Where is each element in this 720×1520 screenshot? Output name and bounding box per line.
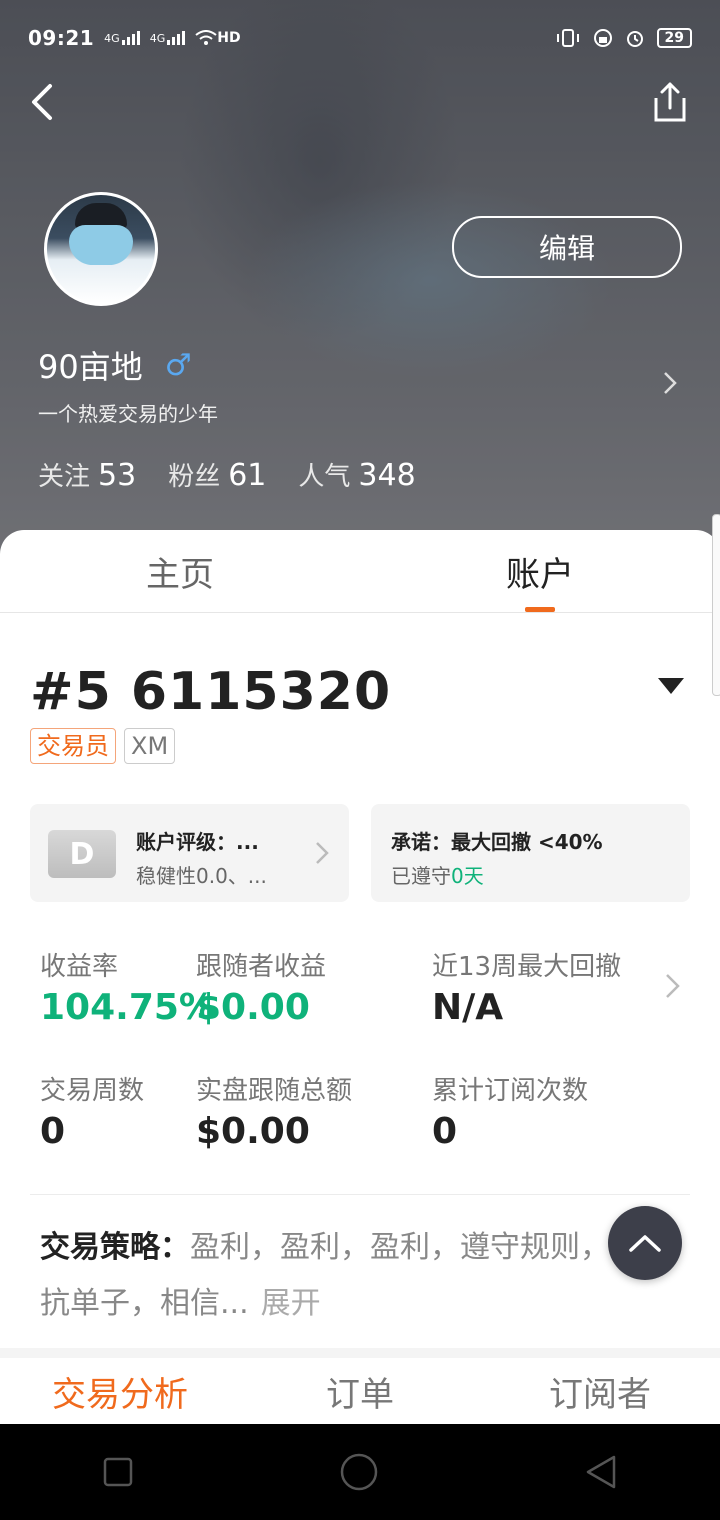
grade-badge: D: [48, 830, 116, 878]
commitment-title: 承诺：最大回撤 <40%: [391, 830, 603, 854]
scrollbar-thumb[interactable]: [712, 514, 720, 696]
profile-detail-chevron-right-icon[interactable]: [660, 368, 680, 398]
tab-home[interactable]: 主页: [0, 530, 360, 612]
rating-subtitle: 稳健性0.0、...: [136, 864, 267, 888]
subtab-orders[interactable]: 订单: [240, 1358, 480, 1424]
sub-tabs: 交易分析 订单 订阅者: [0, 1358, 720, 1424]
scroll-top-button[interactable]: [608, 1206, 682, 1280]
subtab-trade-analysis[interactable]: 交易分析: [0, 1358, 240, 1424]
status-time: 09:21: [28, 26, 95, 50]
broker-tag: XM: [124, 728, 176, 764]
nav-square-icon[interactable]: [102, 1456, 134, 1488]
account-info-boxes: D 账户评级：... 稳健性0.0、... 承诺：最大回撤 <40% 已遵守0天: [30, 804, 690, 902]
divider: [30, 1194, 690, 1195]
male-gender-icon: ♂: [164, 347, 192, 383]
rating-title: 账户评级：...: [136, 830, 259, 854]
stat-followers[interactable]: 粉丝 61: [168, 456, 266, 493]
battery-indicator: 29: [656, 28, 692, 48]
avatar[interactable]: [44, 192, 158, 306]
commitment-subtitle: 已遵守0天: [391, 864, 484, 888]
stat-following[interactable]: 关注 53: [38, 456, 136, 493]
account-card: 主页 账户 #5 6115320 交易员 XM D 账户评级：... 稳健性0.…: [0, 530, 720, 1424]
account-rating-box[interactable]: D 账户评级：... 稳健性0.0、...: [30, 804, 349, 902]
wifi-icon: HD: [195, 30, 241, 46]
strategy-label: 交易策略：: [40, 1230, 190, 1265]
expand-link[interactable]: 展开: [261, 1286, 321, 1321]
account-tags: 交易员 XM: [30, 728, 176, 764]
alarm-icon: [626, 31, 643, 47]
trading-strategy: 交易策略：盈利，盈利，盈利，遵守规则，不抗单子，相信... 展开: [40, 1220, 660, 1332]
share-icon[interactable]: [648, 80, 688, 124]
scroll-top-icon: [629, 1235, 661, 1252]
metric-max-drawdown[interactable]: 近13周最大回撤 N/A: [432, 946, 621, 1028]
system-nav-bar: [0, 1424, 720, 1520]
profile-name: 90亩地: [38, 348, 143, 386]
tab-account[interactable]: 账户: [360, 530, 720, 612]
commitment-box: 承诺：最大回撤 <40% 已遵守0天: [371, 804, 690, 902]
trader-tag: 交易员: [30, 728, 116, 764]
edit-profile-button[interactable]: 编辑: [452, 216, 682, 278]
lock-rotation-icon: [593, 29, 612, 47]
metric-trading-weeks: 交易周数 0: [40, 1076, 145, 1152]
account-number: #5 6115320: [30, 662, 392, 722]
back-arrow-icon[interactable]: [28, 80, 68, 124]
metric-return-rate: 收益率 104.75%: [40, 952, 215, 1028]
signal-1-icon: 4G: [104, 31, 140, 45]
section-gap: [0, 1348, 720, 1358]
chevron-right-icon: [316, 842, 329, 864]
profile-name-row: 90亩地 ♂: [38, 342, 192, 388]
vibrate-icon: [556, 29, 579, 47]
profile-bio: 一个热爱交易的少年: [38, 402, 218, 426]
stat-popularity: 人气 348: [298, 458, 416, 493]
metric-total-follow-amount: 实盘跟随总额 $0.00: [196, 1076, 353, 1152]
status-bar: 09:21 4G 4G HD 29: [28, 22, 692, 54]
main-tabs: 主页 账户: [0, 530, 720, 613]
subtab-subscribers[interactable]: 订阅者: [480, 1358, 720, 1424]
chevron-right-icon[interactable]: [664, 970, 682, 1002]
nav-triangle-icon[interactable]: [584, 1454, 618, 1490]
signal-2-icon: 4G: [150, 31, 186, 45]
metric-subscription-count: 累计订阅次数 0: [432, 1076, 589, 1152]
profile-stats: 关注 53 粉丝 61 人气 348: [38, 456, 416, 493]
dropdown-caret-icon[interactable]: [658, 678, 684, 694]
nav-circle-icon[interactable]: [339, 1452, 379, 1492]
metric-follower-profit: 跟随者收益 $0.00: [196, 952, 327, 1028]
